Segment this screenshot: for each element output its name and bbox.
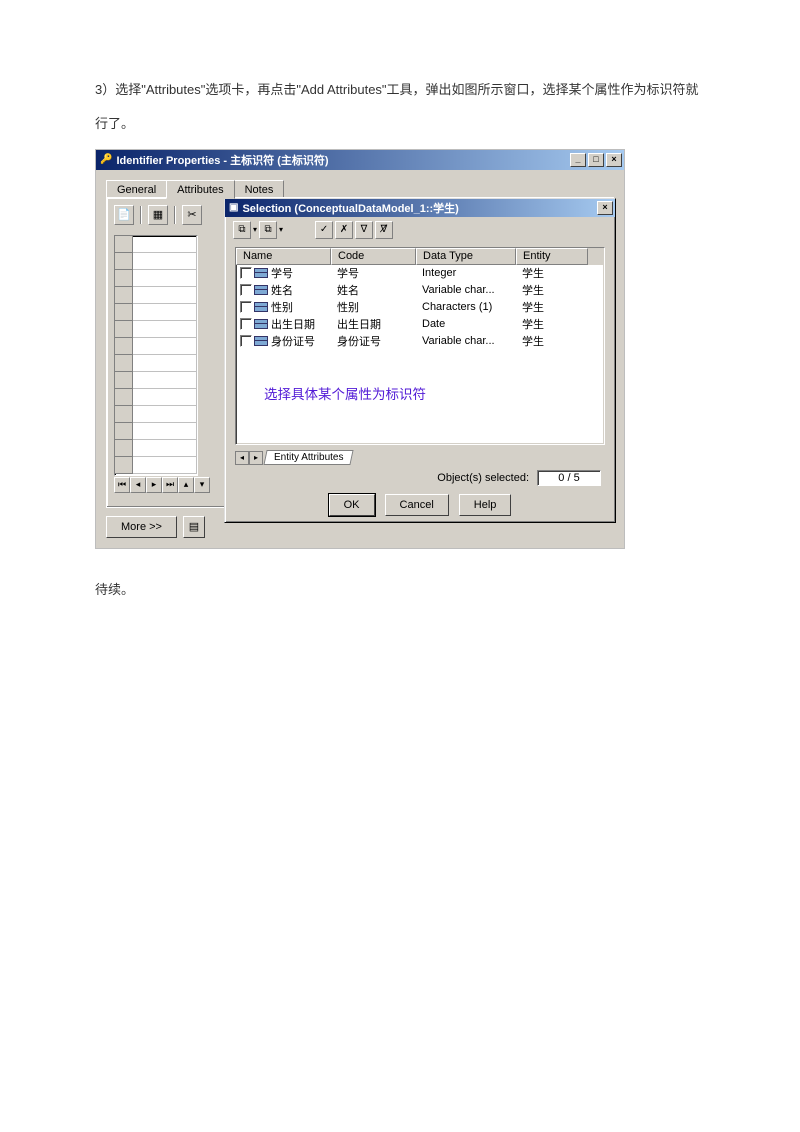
tab-attributes[interactable]: Attributes xyxy=(166,180,234,199)
tab-general[interactable]: General xyxy=(106,180,167,198)
filter-icon[interactable]: ∇ xyxy=(355,221,373,239)
help-button[interactable]: Help xyxy=(459,494,512,516)
entity-icon xyxy=(254,268,268,278)
checkbox[interactable] xyxy=(240,284,252,296)
grid-navigator: ⏮ ◂ ▸ ⏭ ▴ ▾ xyxy=(114,477,234,493)
attributes-toolbar: 📄 ▦ ✂ xyxy=(114,205,202,225)
sheet-tab[interactable]: Entity Attributes xyxy=(263,450,354,465)
col-entity[interactable]: Entity xyxy=(516,248,588,265)
list-item[interactable]: 姓名 姓名 Variable char... 学生 xyxy=(236,282,604,299)
minimize-button[interactable]: _ xyxy=(570,153,586,167)
tool-icon-1[interactable]: ✓ xyxy=(315,221,333,239)
checkbox[interactable] xyxy=(240,318,252,330)
key-icon: 🔑 xyxy=(100,154,112,165)
cut-icon[interactable]: ✂ xyxy=(182,205,202,225)
tab-strip: General Attributes Notes xyxy=(106,178,614,198)
status-count: 0 / 5 xyxy=(537,470,601,486)
list-body: 学号 学号 Integer 学生 姓名 姓名 Variable char... … xyxy=(236,265,604,350)
dialog-icon: ▣ xyxy=(229,202,238,213)
list-item[interactable]: 身份证号 身份证号 Variable char... 学生 xyxy=(236,333,604,350)
copy-icon[interactable]: ⧉ xyxy=(233,221,251,239)
nav-first-icon[interactable]: ⏮ xyxy=(114,477,130,493)
nav-down-icon[interactable]: ▾ xyxy=(194,477,210,493)
tobecontinued-text: 待续。 xyxy=(95,573,705,607)
entity-icon xyxy=(254,302,268,312)
insert-row-icon[interactable]: ▦ xyxy=(148,205,168,225)
dialog-title: Selection (ConceptualDataModel_1::学生) xyxy=(242,200,458,216)
properties-icon[interactable]: 📄 xyxy=(114,205,134,225)
entity-icon xyxy=(254,285,268,295)
tab-notes[interactable]: Notes xyxy=(234,180,285,198)
tool-icon-2[interactable]: ✗ xyxy=(335,221,353,239)
window-titlebar: 🔑 Identifier Properties - 主标识符 (主标识符) _ … xyxy=(96,150,624,170)
screenshot-region: 🔑 Identifier Properties - 主标识符 (主标识符) _ … xyxy=(95,149,625,549)
nav-next-icon[interactable]: ▸ xyxy=(146,477,162,493)
instruction-paragraph: 3）选择"Attributes"选项卡，再点击"Add Attributes"工… xyxy=(95,73,705,141)
attribute-list[interactable]: Name Code Data Type Entity 学号 学号 Integer… xyxy=(235,247,605,445)
col-code[interactable]: Code xyxy=(331,248,416,265)
nav-up-icon[interactable]: ▴ xyxy=(178,477,194,493)
selection-dialog: ▣ Selection (ConceptualDataModel_1::学生) … xyxy=(224,198,616,523)
nav-prev-icon[interactable]: ◂ xyxy=(130,477,146,493)
ok-button[interactable]: OK xyxy=(329,494,375,516)
checkbox[interactable] xyxy=(240,335,252,347)
close-button[interactable]: × xyxy=(606,153,622,167)
nav-last-icon[interactable]: ⏭ xyxy=(162,477,178,493)
dialog-button-row: OK Cancel Help xyxy=(225,494,615,516)
col-name[interactable]: Name xyxy=(236,248,331,265)
attribute-grid[interactable] xyxy=(114,235,198,476)
status-label: Object(s) selected: xyxy=(437,472,529,484)
dialog-toolbar: ⧉ ▾ ⧉ ▾ ✓ ✗ ∇ ∇̸ xyxy=(225,217,615,243)
list-item[interactable]: 性别 性别 Characters (1) 学生 xyxy=(236,299,604,316)
list-item[interactable]: 学号 学号 Integer 学生 xyxy=(236,265,604,282)
sheet-prev-icon[interactable]: ◂ xyxy=(235,451,249,465)
entity-icon xyxy=(254,319,268,329)
entity-icon xyxy=(254,336,268,346)
sheet-tabstrip: ◂ ▸ Entity Attributes xyxy=(235,449,352,467)
col-dtype[interactable]: Data Type xyxy=(416,248,516,265)
more-button[interactable]: More >> xyxy=(106,516,177,538)
cancel-button[interactable]: Cancel xyxy=(385,494,449,516)
list-header: Name Code Data Type Entity xyxy=(236,248,604,265)
clear-filter-icon[interactable]: ∇̸ xyxy=(375,221,393,239)
dialog-titlebar: ▣ Selection (ConceptualDataModel_1::学生) … xyxy=(225,199,615,217)
dialog-close-button[interactable]: × xyxy=(597,201,613,215)
checkbox[interactable] xyxy=(240,301,252,313)
window-title: Identifier Properties - 主标识符 (主标识符) xyxy=(116,152,328,168)
maximize-button[interactable]: □ xyxy=(588,153,604,167)
list-view-icon[interactable]: ▤ xyxy=(183,516,205,538)
checkbox[interactable] xyxy=(240,267,252,279)
paste-icon[interactable]: ⧉ xyxy=(259,221,277,239)
list-item[interactable]: 出生日期 出生日期 Date 学生 xyxy=(236,316,604,333)
annotation-text: 选择具体某个属性为标识符 xyxy=(264,383,426,403)
dialog-status: Object(s) selected: 0 / 5 xyxy=(437,470,601,486)
sheet-next-icon[interactable]: ▸ xyxy=(249,451,263,465)
